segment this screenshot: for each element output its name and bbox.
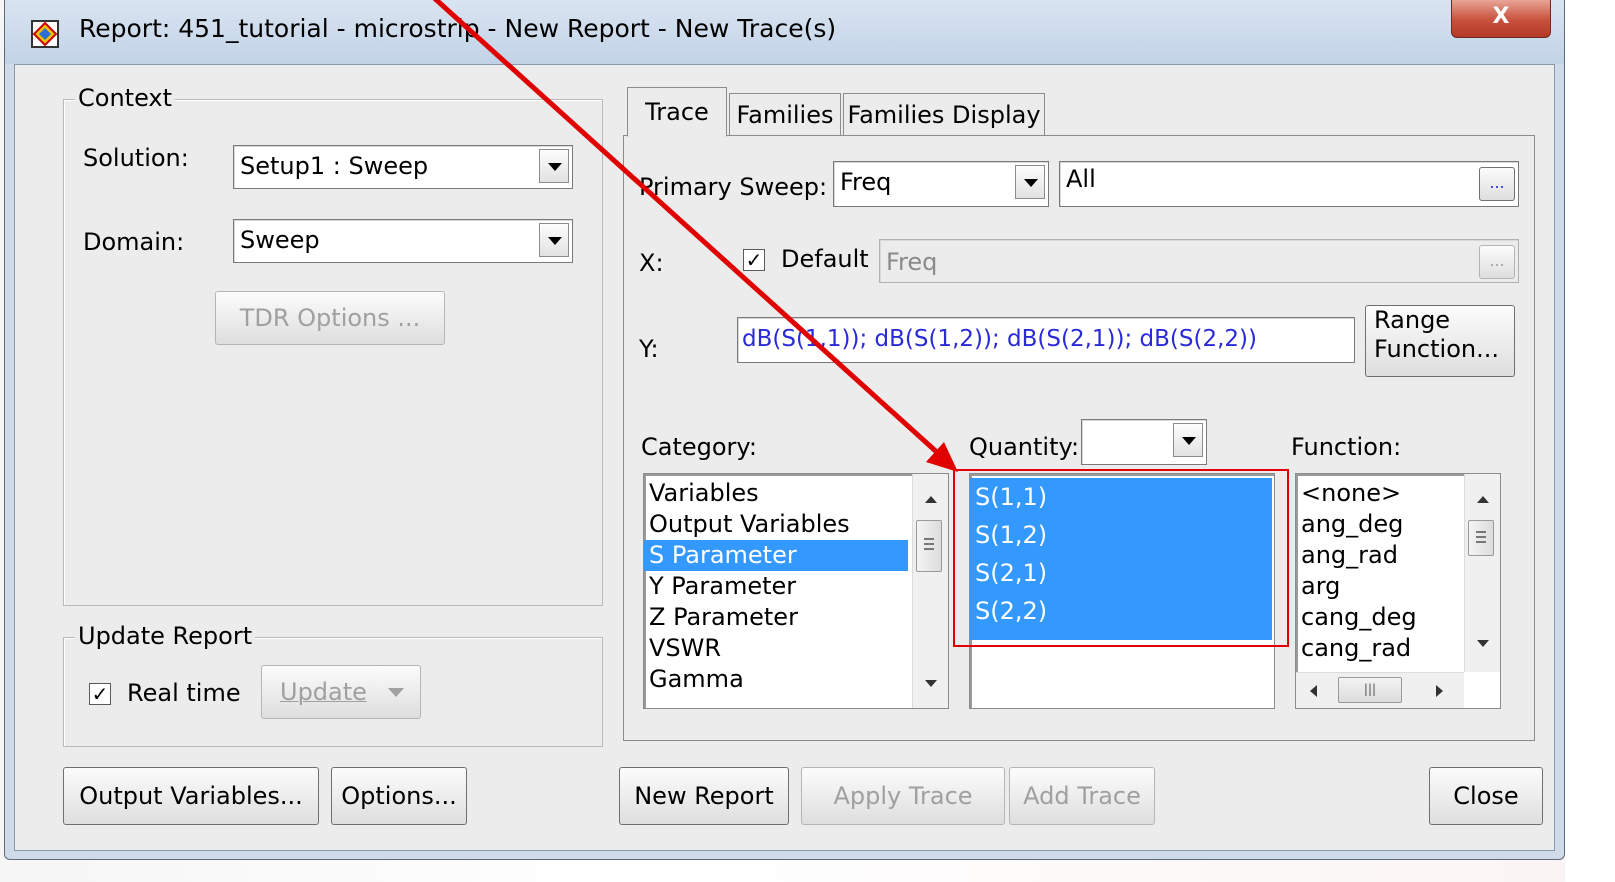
scroll-down-arrow-icon[interactable] [925,680,937,687]
scroll-left-arrow-icon[interactable] [1310,685,1317,697]
function-list[interactable]: <none> ang_deg ang_rad arg cang_deg cang_rad … [1295,473,1501,709]
chevron-down-icon[interactable] [539,223,569,257]
tab-families[interactable]: Families [729,93,841,135]
context-group-label: Context [75,84,176,112]
category-list-item[interactable]: VSWR [644,633,908,664]
window-title: Report: 451_tutorial - microstrip - New … [79,14,837,43]
scroll-thumb[interactable] [916,520,942,572]
scroll-up-arrow-icon[interactable] [1477,496,1489,503]
function-list-item[interactable]: cang_rad [1296,633,1464,664]
solution-label: Solution: [83,144,189,172]
function-vertical-scrollbar[interactable] [1464,474,1500,672]
x-default-label: Default [781,245,869,273]
dropdown-arrow-icon [388,688,404,697]
close-button[interactable]: Close [1429,767,1543,825]
close-window-button[interactable]: X [1451,0,1551,38]
apply-trace-button[interactable]: Apply Trace [801,767,1005,825]
function-list-item[interactable]: <none> [1296,478,1464,509]
category-items: Variables Output Variables S Parameter Y Pa… [644,478,908,695]
x-default-checkbox[interactable]: ✓ [743,249,765,271]
report-dialog-window: Report: 451_tutorial - microstrip - New … [4,0,1565,860]
range-function-button[interactable]: Range Function... [1365,305,1515,377]
category-label: Category: [641,433,757,461]
category-list[interactable]: Variables Output Variables S Parameter Y Pa… [643,473,949,709]
function-label: Function: [1291,433,1402,461]
y-expression-field[interactable]: dB(S(1,1)); dB(S(1,2)); dB(S(2,1)); dB(S… [737,317,1355,363]
scroll-down-arrow-icon[interactable] [1477,640,1489,647]
primary-sweep-dropdown[interactable]: Freq [833,161,1049,207]
primary-sweep-label: Primary Sweep: [639,173,828,201]
function-list-item[interactable]: ang_rad [1296,540,1464,571]
function-list-item[interactable]: cang_deg [1296,602,1464,633]
sweep-range-field[interactable]: All [1059,161,1519,207]
chevron-down-icon[interactable] [1173,423,1203,457]
title-bar[interactable]: Report: 451_tutorial - microstrip - New … [5,0,1564,64]
range-function-line2: Function... [1374,335,1499,363]
x-ellipsis-button[interactable]: ... [1479,245,1515,279]
scroll-thumb[interactable] [1468,520,1494,556]
chevron-down-icon[interactable] [1015,165,1045,199]
category-list-item[interactable]: S Parameter [644,540,908,571]
scroll-up-arrow-icon[interactable] [925,496,937,503]
category-list-item[interactable]: Output Variables [644,509,908,540]
quantity-label: Quantity: [969,433,1080,461]
new-report-button[interactable]: New Report [619,767,789,825]
category-list-item[interactable]: Y Parameter [644,571,908,602]
realtime-label: Real time [127,679,241,707]
update-report-group-label: Update Report [75,622,256,650]
output-variables-button[interactable]: Output Variables... [63,767,319,825]
function-list-item[interactable]: ang_deg [1296,509,1464,540]
desktop-edge [1565,0,1615,882]
category-list-item[interactable]: Z Parameter [644,602,908,633]
function-horizontal-scrollbar[interactable]: ||| [1296,672,1464,708]
report-app-icon [31,20,59,48]
category-list-item[interactable]: Variables [644,478,908,509]
chevron-down-icon[interactable] [539,149,569,183]
y-expression-value: dB(S(1,1)); dB(S(1,2)); dB(S(2,1)); dB(S… [742,326,1257,352]
quantity-highlight-box [953,469,1289,647]
horizontal-scroll-thumb[interactable]: ||| [1338,677,1402,703]
y-label: Y: [639,335,659,363]
category-scrollbar[interactable] [912,474,948,708]
update-button[interactable]: Update [261,665,421,719]
range-function-line1: Range [1374,306,1451,334]
options-button[interactable]: Options... [331,767,467,825]
function-items: <none> ang_deg ang_rad arg cang_deg cang_rad [1296,478,1464,664]
sweep-range-ellipsis-button[interactable]: ... [1479,167,1515,201]
domain-label: Domain: [83,228,185,256]
x-label: X: [639,249,664,277]
sweep-range-value: All [1066,165,1096,193]
scroll-right-arrow-icon[interactable] [1436,685,1443,697]
solution-dropdown[interactable]: Setup1 : Sweep [233,145,573,189]
tab-trace[interactable]: Trace [627,87,727,137]
domain-dropdown[interactable]: Sweep [233,219,573,263]
realtime-checkbox[interactable]: ✓ [89,683,111,705]
solution-value: Setup1 : Sweep [240,152,429,180]
x-expression-field[interactable]: Freq [879,239,1519,283]
category-list-item[interactable]: Gamma [644,664,908,695]
update-button-label: Update [280,678,367,706]
x-expression-value: Freq [886,248,938,276]
tdr-options-button[interactable]: TDR Options ... [215,291,445,345]
function-list-item[interactable]: arg [1296,571,1464,602]
quantity-filter-dropdown[interactable] [1081,419,1207,465]
tab-families-display[interactable]: Families Display [843,93,1045,135]
dialog-client-area: Context Solution: Setup1 : Sweep Domain:… [14,64,1555,851]
primary-sweep-value: Freq [840,168,892,196]
add-trace-button[interactable]: Add Trace [1009,767,1155,825]
domain-value: Sweep [240,226,320,254]
